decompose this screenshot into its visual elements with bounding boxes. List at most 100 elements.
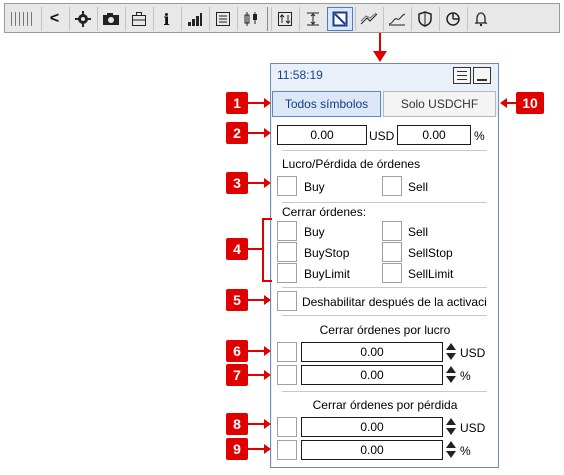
callout-arrow: [264, 444, 271, 454]
callout-7: 7: [226, 364, 248, 386]
callout-arrow: [264, 370, 271, 380]
gear-icon[interactable]: [69, 7, 95, 31]
close-sellstop-label: SellStop: [408, 246, 453, 260]
pie-icon[interactable]: [439, 7, 465, 31]
loss-usd-input[interactable]: 0.00: [301, 417, 443, 437]
callout-arrow: [264, 419, 271, 429]
callout-2: 2: [226, 122, 248, 144]
profit-usd-spinner[interactable]: [445, 342, 457, 362]
pl-buy-label: Buy: [304, 180, 325, 194]
line-chart-icon[interactable]: [383, 7, 409, 31]
loss-pct-unit: %: [460, 444, 471, 458]
measure-icon[interactable]: [299, 7, 325, 31]
info-glyph: i: [163, 9, 170, 29]
amount-usd-input[interactable]: 0.00: [277, 125, 367, 145]
minimize-icon[interactable]: [473, 67, 491, 84]
loss-usd-unit: USD: [460, 421, 486, 435]
divider: [282, 287, 487, 288]
callout-line: [248, 102, 264, 104]
callout-3: 3: [226, 172, 248, 194]
signal-bars-icon[interactable]: [181, 7, 207, 31]
disable-after-checkbox[interactable]: [277, 291, 297, 311]
close-sell-label: Sell: [408, 225, 429, 239]
profit-pct-input[interactable]: 0.00: [301, 365, 443, 385]
callout-arrow: [264, 346, 271, 356]
trade-panel: 11:58:19 Todos símbolos Solo USDCHF 0.00…: [270, 63, 499, 468]
list-icon[interactable]: [209, 7, 235, 31]
trend-icon[interactable]: [355, 7, 381, 31]
swap-icon[interactable]: [271, 7, 297, 31]
loss-usd-spinner[interactable]: [445, 417, 457, 437]
close-buystop-label: BuyStop: [304, 246, 350, 260]
close-selllimit-checkbox[interactable]: [382, 263, 402, 283]
panel-icon[interactable]: [327, 7, 353, 31]
bell-icon[interactable]: [467, 7, 493, 31]
down-arrow-icon: [373, 33, 387, 62]
profit-usd-checkbox[interactable]: [277, 342, 297, 362]
callout-arrow: [264, 295, 271, 305]
callout-line: [248, 132, 264, 134]
pl-buy-checkbox[interactable]: [277, 176, 297, 196]
pl-title: Lucro/Pérdida de órdenes: [282, 157, 421, 171]
close-buylimit-checkbox[interactable]: [277, 263, 297, 283]
close-buy-label: Buy: [304, 225, 325, 239]
tab-usdchf[interactable]: Solo USDCHF: [383, 91, 496, 117]
callout-10: 10: [516, 92, 544, 114]
callout-1: 1: [226, 92, 248, 114]
camera-icon[interactable]: [97, 7, 123, 31]
divider: [282, 391, 487, 392]
profit-pct-spinner[interactable]: [445, 365, 457, 385]
loss-pct-input[interactable]: 0.00: [301, 440, 443, 460]
close-selllimit-label: SellLimit: [408, 267, 454, 281]
shield-icon[interactable]: [411, 7, 437, 31]
pl-sell-checkbox[interactable]: [382, 176, 402, 196]
callout-arrow: [264, 178, 271, 188]
panel-titlebar[interactable]: 11:58:19: [271, 64, 498, 86]
close-buylimit-label: BuyLimit: [304, 267, 351, 281]
callout-8: 8: [226, 413, 248, 435]
callout-arrow: [264, 128, 271, 138]
amount-pct-unit: %: [474, 129, 485, 143]
profit-pct-unit: %: [460, 369, 471, 383]
profit-pct-checkbox[interactable]: [277, 365, 297, 385]
divider: [282, 315, 487, 316]
info-icon[interactable]: i: [153, 7, 179, 31]
tab-all-symbols[interactable]: Todos símbolos: [272, 91, 381, 117]
disable-after-label: Deshabilitar después de la activaci: [302, 295, 487, 309]
pl-sell-label: Sell: [408, 180, 429, 194]
callout-4: 4: [226, 238, 248, 260]
callout-5: 5: [226, 289, 248, 311]
close-buy-checkbox[interactable]: [277, 221, 297, 241]
callout-line: [248, 248, 262, 250]
loss-pct-checkbox[interactable]: [277, 440, 297, 460]
callout-line: [248, 423, 264, 425]
callout-line: [248, 182, 264, 184]
callout-bracket: [262, 218, 272, 282]
grip-icon[interactable]: [11, 12, 33, 26]
callout-arrow: [264, 98, 271, 108]
callout-line: [248, 448, 264, 450]
menu-icon[interactable]: [453, 67, 471, 84]
panel-time: 11:58:19: [277, 68, 323, 82]
back-glyph: <: [49, 10, 60, 27]
callout-6: 6: [226, 340, 248, 362]
amount-usd-unit: USD: [369, 129, 395, 143]
close-sell-checkbox[interactable]: [382, 221, 402, 241]
loss-pct-spinner[interactable]: [445, 440, 457, 460]
profit-title: Cerrar órdenes por lucro: [319, 323, 451, 337]
callout-arrow: [500, 98, 507, 108]
close-buystop-checkbox[interactable]: [277, 242, 297, 262]
back-icon[interactable]: <: [41, 7, 67, 31]
loss-usd-checkbox[interactable]: [277, 417, 297, 437]
panel-content: 0.00 USD 0.00 % Lucro/Pérdida de órdenes…: [272, 117, 498, 467]
loss-title: Cerrar órdenes por pérdida: [312, 398, 458, 412]
amount-pct-input[interactable]: 0.00: [397, 125, 471, 145]
close-sellstop-checkbox[interactable]: [382, 242, 402, 262]
briefcase-icon[interactable]: [125, 7, 151, 31]
candles-icon[interactable]: [237, 7, 263, 31]
close-title: Cerrar órdenes:: [282, 205, 367, 219]
callout-line: [248, 374, 264, 376]
toolbar: < i: [4, 3, 560, 33]
divider: [282, 202, 487, 203]
profit-usd-input[interactable]: 0.00: [301, 342, 443, 362]
